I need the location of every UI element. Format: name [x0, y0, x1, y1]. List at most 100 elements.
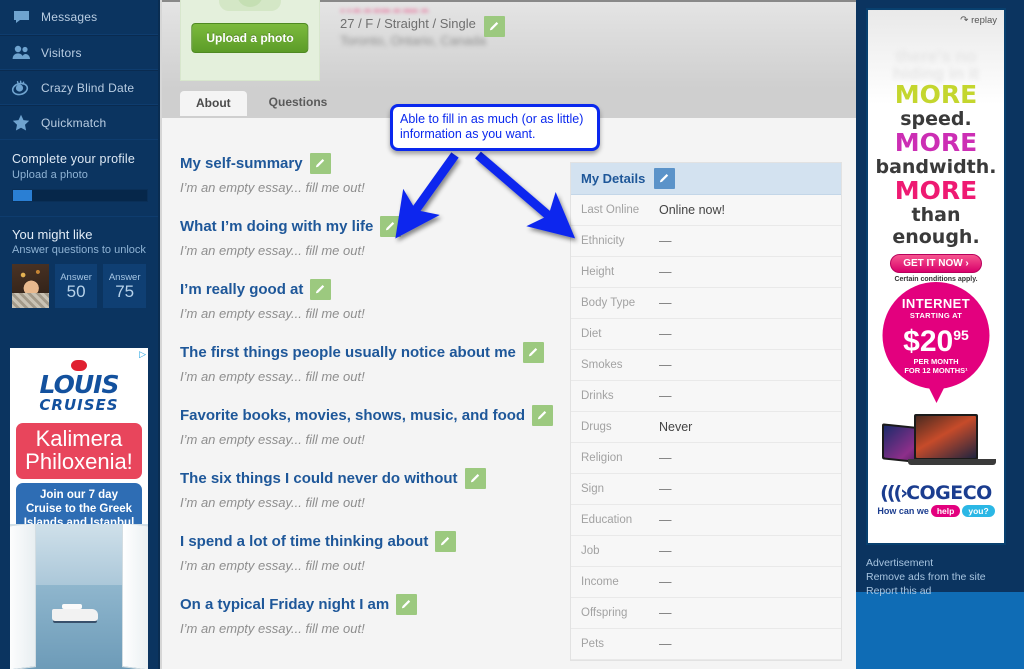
- cogeco-brand-text: COGECO: [906, 482, 992, 504]
- annotation-callout: Able to fill in as much (or as little) i…: [390, 104, 600, 151]
- essay-heading: Favorite books, movies, shows, music, an…: [180, 405, 570, 426]
- detail-value: —: [659, 482, 672, 496]
- detail-value: —: [659, 544, 672, 558]
- avatar-shirt: [12, 293, 49, 308]
- pencil-icon: [484, 16, 505, 37]
- detail-key: Body Type: [581, 297, 636, 309]
- answer-tile-label: Answer: [108, 271, 141, 283]
- photo-upload-box: Upload a photo: [180, 0, 320, 81]
- detail-value: —: [659, 575, 672, 589]
- replay-label: replay: [971, 15, 997, 26]
- bubble-price-cents: 95: [953, 327, 969, 343]
- essay-heading: The six things I could never do without: [180, 468, 570, 489]
- tab-about[interactable]: About: [180, 91, 247, 116]
- detail-row: Religion —: [571, 443, 841, 474]
- answer-tile-75[interactable]: Answer 75: [103, 264, 146, 308]
- cogeco-price-bubble: INTERNET STARTING AT $2095 PER MONTH FOR…: [882, 282, 990, 403]
- detail-key: Sign: [581, 483, 605, 495]
- essay-title: My self-summary: [180, 155, 303, 172]
- essay-heading: What I’m doing with my life: [180, 216, 570, 237]
- pencil-icon[interactable]: [654, 168, 676, 189]
- avatar[interactable]: [12, 264, 49, 308]
- detail-key: Drugs: [581, 421, 612, 433]
- essay-title: Favorite books, movies, shows, music, an…: [180, 407, 526, 424]
- get-it-now-button[interactable]: GET IT NOW ›: [890, 254, 982, 273]
- louis-logo-line2: CRUISES: [39, 396, 119, 414]
- visitors-icon: [10, 43, 32, 63]
- about-panel: My self-summary I’m an empty essay... fi…: [162, 118, 856, 669]
- detail-value: —: [659, 234, 672, 248]
- pencil-icon[interactable]: [396, 594, 418, 615]
- detail-key: Income: [581, 576, 619, 588]
- tagline-pill-you: you?: [962, 505, 995, 517]
- detail-row: Offspring —: [571, 598, 841, 629]
- pencil-icon[interactable]: [464, 468, 486, 489]
- answer-tile-50[interactable]: Answer 50: [54, 264, 98, 308]
- detail-value: Never: [659, 420, 693, 434]
- answer-tile-label: Answer: [60, 271, 92, 283]
- report-ad-link[interactable]: Report this ad: [866, 584, 986, 598]
- essay-body: I’m an empty essay... fill me out!: [180, 495, 365, 510]
- essay-item: I’m really good at I’m an empty essay...…: [180, 279, 570, 321]
- sidebar-item-quickmatch[interactable]: Quickmatch: [0, 105, 158, 140]
- detail-key: Education: [581, 514, 633, 526]
- detail-value: Online now!: [659, 203, 726, 217]
- profile-stats: 27 / F / Straight / Single: [340, 16, 476, 31]
- detail-key: Offspring: [581, 607, 628, 619]
- profile-username: username: [340, 4, 486, 12]
- detail-value: —: [659, 606, 672, 620]
- detail-value: —: [659, 637, 672, 651]
- detail-key: Job: [581, 545, 600, 557]
- page-root: Messages Visitors Crazy Blind Date Quick…: [0, 0, 1024, 669]
- essay-body: I’m an empty essay... fill me out!: [180, 306, 365, 321]
- essay-item: What I’m doing with my life I’m an empty…: [180, 216, 570, 258]
- essay-title: I spend a lot of time thinking about: [180, 533, 429, 550]
- sidebar-item-visitors[interactable]: Visitors: [0, 35, 158, 70]
- cogeco-more-3: MORE: [894, 176, 978, 205]
- cogeco-advertisement[interactable]: ↷ replay there's no hiding in it MORE sp…: [866, 8, 1006, 545]
- detail-value: —: [659, 451, 672, 465]
- detail-row: Diet —: [571, 319, 841, 350]
- upload-photo-button[interactable]: Upload a photo: [191, 23, 309, 53]
- pencil-icon[interactable]: [522, 342, 544, 363]
- essay-item: The first things people usually notice a…: [180, 342, 570, 384]
- detail-key: Pets: [581, 638, 605, 650]
- my-details-title: My Details: [581, 171, 646, 186]
- laptop-base: [908, 459, 996, 465]
- pencil-icon[interactable]: [435, 531, 457, 552]
- complete-profile-subtitle[interactable]: Upload a photo: [12, 169, 146, 181]
- remove-ads-link[interactable]: Remove ads from the site: [866, 570, 986, 584]
- pencil-icon[interactable]: [380, 216, 402, 237]
- detail-row: Job —: [571, 536, 841, 567]
- detail-row: Education —: [571, 505, 841, 536]
- essay-title: On a typical Friday night I am: [180, 596, 390, 613]
- essay-item: My self-summary I’m an empty essay... fi…: [180, 153, 570, 195]
- tab-questions[interactable]: Questions: [253, 88, 344, 115]
- my-details-panel: My Details Last Online Online now! Ethni…: [570, 162, 842, 661]
- answer-tile-value: 50: [66, 281, 86, 301]
- sidebar-item-crazy-blind-date[interactable]: Crazy Blind Date: [0, 70, 158, 105]
- pencil-icon[interactable]: [532, 405, 554, 426]
- you-might-like-subtitle: Answer questions to unlock: [12, 244, 146, 256]
- main-content: Upload a photo username 27 / F / Straigh…: [162, 0, 856, 669]
- detail-row: Drinks —: [571, 381, 841, 412]
- sidebar-item-label: Quickmatch: [41, 115, 107, 130]
- cogeco-sub-3: than enough.: [892, 204, 980, 248]
- essay-body: I’m an empty essay... fill me out!: [180, 432, 365, 447]
- sidebar-item-messages[interactable]: Messages: [0, 0, 158, 35]
- sidebar-advertisement[interactable]: ▷ LOUIS CRUISES Kalimera Philoxenia! Joi…: [10, 348, 148, 669]
- profile-progress-fill: [13, 190, 32, 201]
- edit-profile-basics-button[interactable]: [484, 16, 505, 37]
- pencil-icon[interactable]: [310, 279, 332, 300]
- essay-title: What I’m doing with my life: [180, 218, 374, 235]
- pencil-icon[interactable]: [309, 153, 331, 174]
- replay-button[interactable]: ↷ replay: [960, 15, 997, 26]
- adchoices-icon[interactable]: ▷: [139, 349, 146, 360]
- essay-body: I’m an empty essay... fill me out!: [180, 243, 365, 258]
- detail-row: Last Online Online now!: [571, 195, 841, 226]
- cogeco-wordmark: (((›COGECO: [880, 482, 992, 504]
- detail-row: Smokes —: [571, 350, 841, 381]
- detail-key: Ethnicity: [581, 235, 625, 247]
- tagline-pill-help: help: [930, 505, 961, 517]
- detail-value: —: [659, 265, 672, 279]
